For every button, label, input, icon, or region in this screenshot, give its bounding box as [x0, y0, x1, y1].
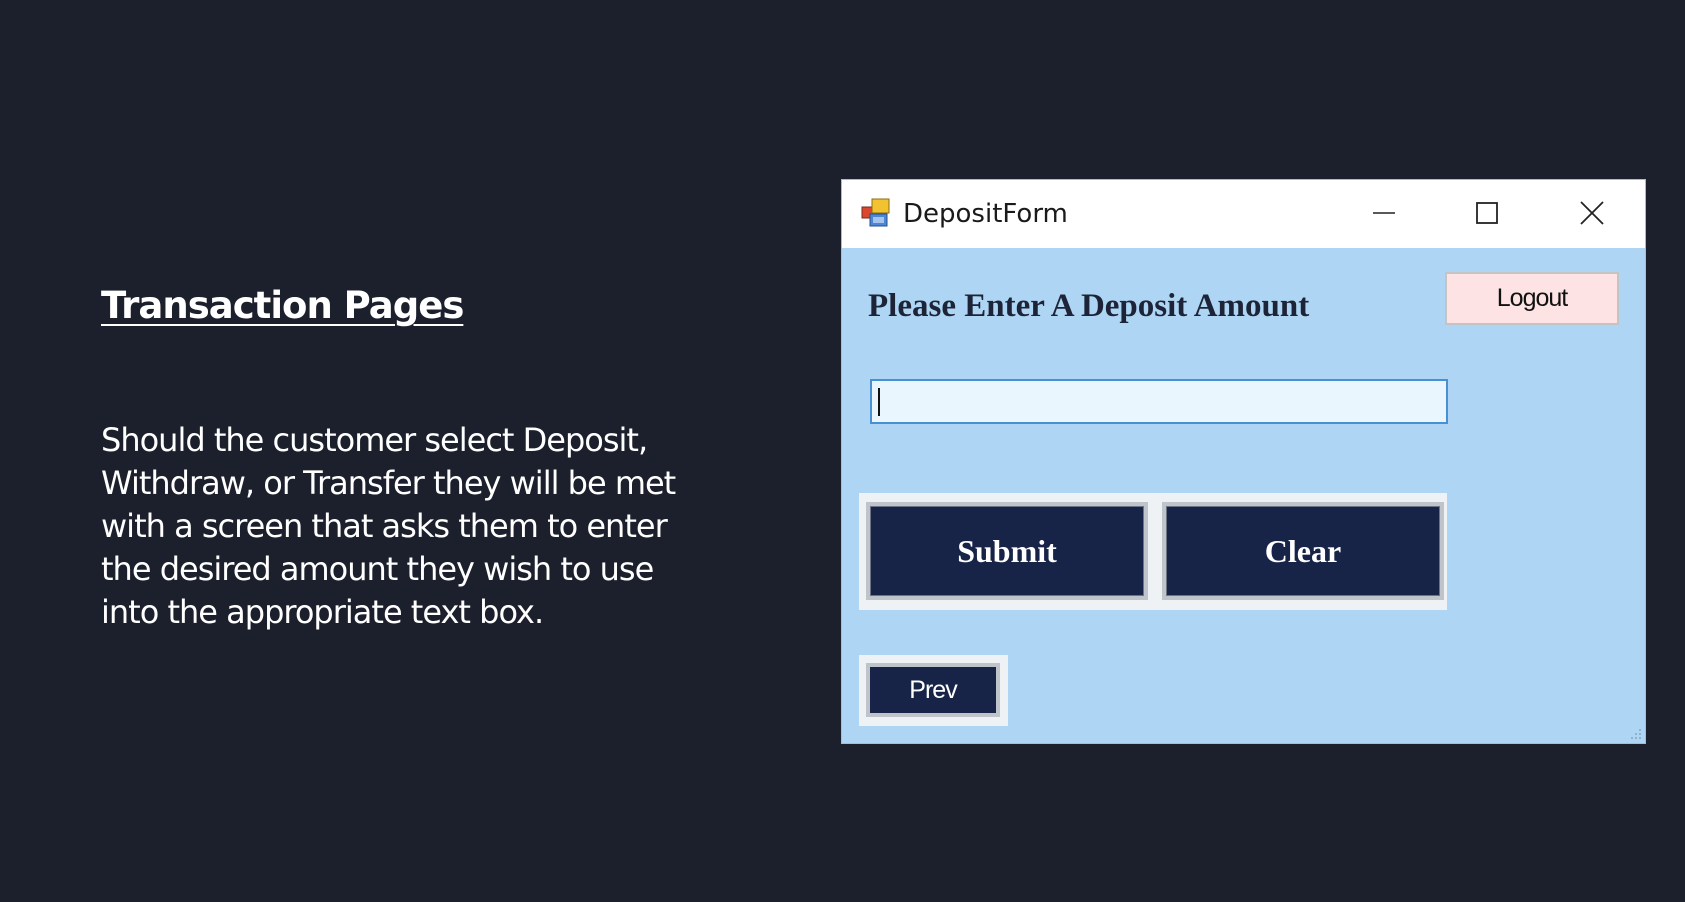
close-icon	[1580, 201, 1604, 225]
text-caret	[878, 388, 880, 416]
prev-button-panel: Prev	[859, 655, 1008, 726]
slide-title: Transaction Pages	[101, 284, 464, 327]
close-button[interactable]	[1562, 190, 1622, 236]
resize-grip-icon[interactable]	[1629, 727, 1643, 741]
deposit-form-window: DepositForm Please Enter A Deposit Amoun…	[842, 180, 1645, 743]
minimize-icon	[1373, 212, 1395, 214]
submit-button[interactable]: Submit	[866, 502, 1148, 600]
description-line: with a screen that asks them to enter	[101, 507, 668, 545]
window-titlebar[interactable]: DepositForm	[842, 180, 1645, 248]
description-line: the desired amount they wish to use	[101, 550, 654, 588]
deposit-prompt-label: Please Enter A Deposit Amount	[868, 288, 1310, 324]
deposit-amount-input[interactable]	[870, 379, 1448, 424]
prev-button[interactable]: Prev	[866, 663, 1000, 717]
maximize-button[interactable]	[1457, 190, 1517, 236]
logout-button[interactable]: Logout	[1445, 272, 1619, 325]
description-line: Withdraw, or Transfer they will be met	[101, 464, 676, 502]
app-icon	[861, 198, 890, 227]
form-client-area: Please Enter A Deposit Amount Logout Sub…	[842, 248, 1645, 743]
description-line: Should the customer select Deposit,	[101, 421, 648, 459]
minimize-button[interactable]	[1354, 190, 1414, 236]
action-button-panel: Submit Clear	[859, 493, 1447, 610]
window-title: DepositForm	[903, 199, 1068, 229]
clear-button[interactable]: Clear	[1162, 502, 1444, 600]
maximize-icon	[1476, 202, 1498, 224]
description-line: into the appropriate text box.	[101, 593, 544, 631]
slide-description: Should the customer select Deposit, With…	[101, 419, 721, 634]
